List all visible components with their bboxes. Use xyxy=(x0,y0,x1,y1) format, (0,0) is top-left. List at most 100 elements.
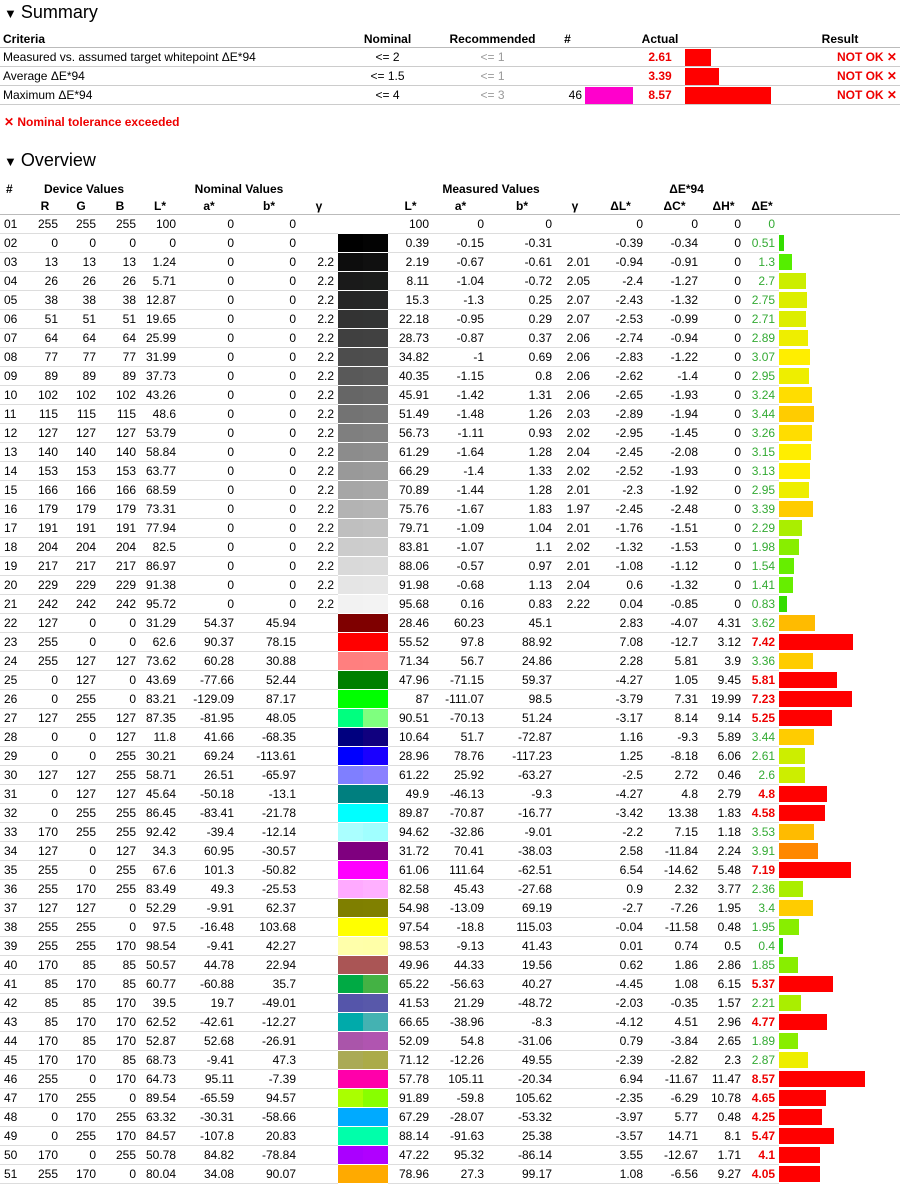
de94-header: ΔE*94 xyxy=(669,181,704,196)
nb-cell: 0 xyxy=(238,518,300,538)
mg-cell xyxy=(556,214,595,234)
na-cell: 26.51 xyxy=(180,765,238,785)
dl-cell: -2.95 xyxy=(594,423,648,443)
overview-title[interactable]: ▼ Overview xyxy=(4,149,96,173)
r-cell: 140 xyxy=(28,442,62,462)
dh-cell: 2.86 xyxy=(702,955,746,975)
dl-cell: 1.25 xyxy=(594,746,648,766)
ng-cell xyxy=(300,1069,339,1089)
ng-cell xyxy=(300,746,339,766)
de94-bar-cell xyxy=(779,499,900,519)
r-cell: 89 xyxy=(28,366,62,386)
b-cell: 170 xyxy=(100,1126,140,1146)
de94-bar-cell xyxy=(779,993,900,1013)
ma-cell: -1.44 xyxy=(433,480,489,500)
b-cell: 170 xyxy=(100,1069,140,1089)
de94-bar xyxy=(779,292,808,308)
patch-swatch xyxy=(338,803,389,823)
mb-cell: 0.25 xyxy=(488,290,557,310)
r-cell: 255 xyxy=(28,860,62,880)
ml-cell: 15.3 xyxy=(388,290,434,310)
dl-cell: -0.04 xyxy=(594,917,648,937)
dh-cell: 4.31 xyxy=(702,613,746,633)
mg-cell: 2.04 xyxy=(556,442,595,462)
mg-cell: 2.07 xyxy=(556,309,595,329)
nb-cell: -26.91 xyxy=(238,1031,300,1051)
dc-cell: -0.99 xyxy=(647,309,703,329)
r-cell: 255 xyxy=(28,214,62,234)
nb-cell: 0 xyxy=(238,423,300,443)
mb-cell: 105.62 xyxy=(488,1088,557,1108)
r-cell: 170 xyxy=(28,1031,62,1051)
b-cell: 0 xyxy=(100,689,140,709)
mg-cell: 2.04 xyxy=(556,575,595,595)
g-cell: 217 xyxy=(62,556,100,576)
patch-swatch xyxy=(338,917,389,937)
nl-cell: 1.24 xyxy=(140,252,180,272)
de94-bar-cell xyxy=(779,632,900,652)
g-cell: 204 xyxy=(62,537,100,557)
b-cell: 77 xyxy=(100,347,140,367)
dc-cell: 4.8 xyxy=(647,784,703,804)
na-cell: 0 xyxy=(180,309,238,329)
dl-cell: -2.03 xyxy=(594,993,648,1013)
nb-cell: 47.3 xyxy=(238,1050,300,1070)
summary-title[interactable]: ▼ Summary xyxy=(4,1,98,25)
mg-cell xyxy=(556,993,595,1013)
g-cell: 0 xyxy=(62,746,100,766)
column-header: G xyxy=(62,197,100,215)
measured-color xyxy=(363,633,389,651)
dh-cell: 0 xyxy=(702,594,746,614)
ml-cell: 71.12 xyxy=(388,1050,434,1070)
na-cell: 44.78 xyxy=(180,955,238,975)
nl-cell: 31.29 xyxy=(140,613,180,633)
mb-cell: 1.31 xyxy=(488,385,557,405)
nominal-color xyxy=(338,481,364,499)
patch-row: 16 179 179 179 73.31 0 0 2.2 75.76 -1.67 1.83 1.97-… xyxy=(0,499,900,519)
dc-cell: -4.07 xyxy=(647,613,703,633)
patch-id: 03 xyxy=(0,252,28,272)
patch-row: 11 115 115 115 48.6 0 0 2.2 51.49 -1.48 1.26 2.03 -2… xyxy=(0,404,900,424)
de94-bar xyxy=(779,349,811,365)
ma-cell: -1.4 xyxy=(433,461,489,481)
collapse-triangle-icon[interactable]: ▼ xyxy=(4,6,17,21)
collapse-triangle-icon[interactable]: ▼ xyxy=(4,154,17,169)
na-cell: -9.41 xyxy=(180,1050,238,1070)
ng-cell xyxy=(300,936,339,956)
mg-cell xyxy=(556,898,595,918)
dl-cell: 0.9 xyxy=(594,879,648,899)
mg-cell xyxy=(556,841,595,861)
ma-cell: 27.3 xyxy=(433,1164,489,1184)
dl-cell: -2.35 xyxy=(594,1088,648,1108)
nl-cell: 37.73 xyxy=(140,366,180,386)
mg-cell xyxy=(556,727,595,747)
de94-value: 7.23 xyxy=(745,689,780,709)
actual-cell: 8.57 xyxy=(635,85,685,105)
de94-bar-cell xyxy=(779,290,900,310)
g-cell: 179 xyxy=(62,499,100,519)
de94-value: 2.71 xyxy=(745,309,780,329)
nl-cell: 5.71 xyxy=(140,271,180,291)
de94-bar-cell xyxy=(779,461,900,481)
b-cell: 51 xyxy=(100,309,140,329)
b-cell: 255 xyxy=(100,1145,140,1165)
de94-value: 1.54 xyxy=(745,556,780,576)
b-cell: 127 xyxy=(100,784,140,804)
patch-row: 25 0 127 0 43.69 -77.66 52.44 47.96 -71.15 59.37-… xyxy=(0,670,900,690)
ng-cell: 2.2 xyxy=(300,271,339,291)
de94-bar-cell xyxy=(779,974,900,994)
na-cell: -39.4 xyxy=(180,822,238,842)
nb-cell: 48.05 xyxy=(238,708,300,728)
na-cell: 0 xyxy=(180,499,238,519)
nl-cell: 58.84 xyxy=(140,442,180,462)
dl-cell: -1.08 xyxy=(594,556,648,576)
r-cell: 77 xyxy=(28,347,62,367)
de94-value: 1.98 xyxy=(745,537,780,557)
mb-cell: 19.56 xyxy=(488,955,557,975)
dc-cell: 7.31 xyxy=(647,689,703,709)
ma-cell: -1.67 xyxy=(433,499,489,519)
mg-cell xyxy=(556,765,595,785)
dc-cell: -1.45 xyxy=(647,423,703,443)
b-cell: 217 xyxy=(100,556,140,576)
patch-id: 25 xyxy=(0,670,28,690)
